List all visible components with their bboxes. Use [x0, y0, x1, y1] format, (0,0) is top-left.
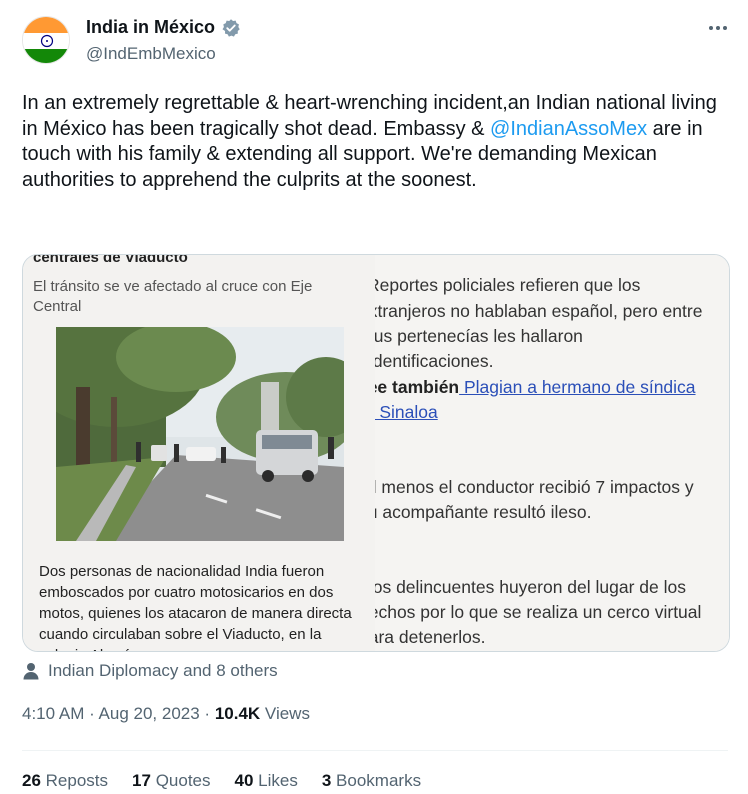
tweet-time[interactable]: 4:10 AM [22, 704, 84, 723]
mention-link[interactable]: @IndianAssoMex [490, 118, 647, 140]
media-right-panel: Reportes policiales refieren que los ext… [375, 255, 729, 651]
article-line: su acompañante resultó ileso. [375, 502, 592, 522]
article-line: sus pertenecías les hallaron [375, 326, 583, 346]
likes-count: 40 [234, 771, 254, 790]
reposts-label: Reposts [45, 771, 109, 790]
article-line: Los delincuentes huyeron del lugar de lo… [375, 577, 686, 597]
likes-stat[interactable]: 40 Likes [235, 771, 298, 791]
photo-caption-bottom: Dos personas de nacionalidad India fuero… [39, 563, 352, 651]
article-line: extranjeros no hablaban español, pero en… [375, 301, 703, 321]
handle[interactable]: @IndEmbMexico [86, 44, 216, 64]
article-line: Reportes policiales refieren que los [375, 275, 641, 295]
social-context-text[interactable]: Indian Diplomacy and 8 others [48, 661, 278, 681]
views-label: Views [260, 704, 310, 723]
verified-badge-icon [221, 18, 241, 38]
reposts-count: 26 [22, 771, 41, 790]
social-context[interactable]: Indian Diplomacy and 8 others [22, 658, 278, 684]
article-line: Al menos el conductor recibió 7 impactos… [375, 477, 694, 497]
bookmarks-count: 3 [321, 771, 332, 790]
see-also-label: Lee también [375, 377, 460, 397]
article-line: identificaciones. [375, 351, 494, 371]
views-count: 10.4K [214, 704, 261, 723]
street-photo [56, 327, 344, 541]
tweet-metadata: 4:10 AM · Aug 20, 2023 · 10.4K Views [22, 704, 310, 724]
tweet-date[interactable]: Aug 20, 2023 [99, 704, 200, 723]
see-also-link: Plagian a hermano de síndica [459, 377, 696, 397]
article-heading: centrales de Viaducto [33, 254, 188, 266]
likes-label: Likes [258, 771, 298, 790]
see-also-line: Lee también Plagian a hermano de síndica [375, 377, 696, 398]
quotes-stat[interactable]: 17 Quotes [132, 771, 210, 791]
article-line: para detenerlos. [375, 627, 486, 647]
meta-separator: · [199, 704, 215, 723]
india-flag-icon[interactable] [22, 16, 70, 64]
meta-separator: · [84, 704, 99, 723]
person-icon [22, 662, 40, 680]
reposts-stat[interactable]: 26 Reposts [22, 771, 108, 791]
bookmarks-stat[interactable]: 3 Bookmarks [322, 771, 421, 791]
bookmarks-label: Bookmarks [336, 771, 422, 790]
quotes-count: 17 [132, 771, 151, 790]
media-left-panel: centrales de Viaducto El tránsito se ve … [23, 254, 375, 651]
tweet-text: In an extremely regrettable & heart-wren… [22, 91, 722, 193]
display-name[interactable]: India in México [86, 17, 241, 38]
tweet-header: India in México @IndEmbMexico [0, 0, 748, 80]
photo-caption-top: El tránsito se ve afectado al cruce con … [33, 278, 313, 315]
article-line: hechos por lo que se realiza un cerco vi… [375, 602, 702, 622]
see-also-link-continued: en Sinaloa [375, 402, 438, 422]
engagement-stats: 26 Reposts 17 Quotes 40 Likes 3 Bookmark… [22, 771, 421, 791]
more-options-icon[interactable] [706, 16, 730, 40]
tweet-media-image[interactable]: centrales de Viaducto El tránsito se ve … [22, 254, 730, 652]
quotes-label: Quotes [155, 771, 211, 790]
display-name-text[interactable]: India in México [86, 17, 215, 38]
divider [22, 750, 728, 751]
